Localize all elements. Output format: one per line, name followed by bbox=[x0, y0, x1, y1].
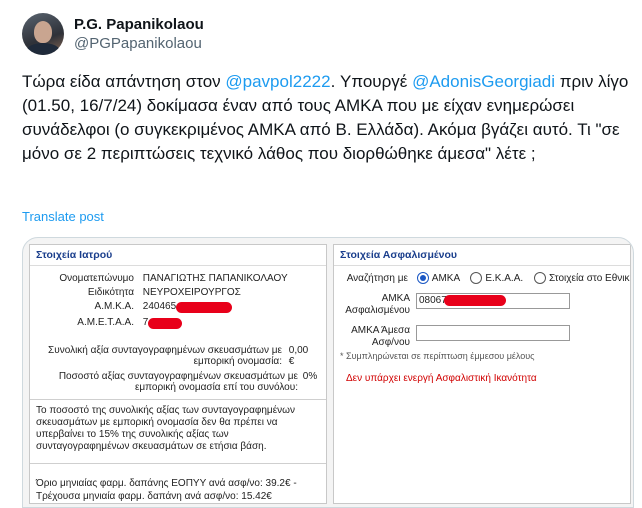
redaction-mark bbox=[176, 302, 232, 313]
percent-label: Ποσοστό αξίας συνταγογραφημένων σκευασμά… bbox=[58, 371, 298, 382]
doctor-amka: 240465 bbox=[142, 301, 177, 312]
radio-label: Ε.Κ.Α.Α. bbox=[485, 272, 524, 284]
radio-selected-icon[interactable] bbox=[416, 272, 429, 284]
field-label: Ασφαλισμένου bbox=[345, 305, 410, 316]
display-name[interactable]: P.G. Papanikolaou bbox=[74, 15, 204, 34]
avatar[interactable] bbox=[22, 13, 64, 55]
total-label: εμπορική ονομασία: bbox=[193, 356, 282, 367]
info-text: συνταγογραφημένων σκευασμάτων σε ετήσια … bbox=[36, 441, 267, 452]
radio-label: ΑΜΚΑ bbox=[431, 272, 460, 284]
text-part: Τώρα είδα απάντηση στον bbox=[22, 72, 226, 91]
radio-icon[interactable] bbox=[533, 272, 546, 284]
attached-screenshot[interactable]: Στοιχεία Ιατρού Ονοματεπώνυμο ΠΑΝΑΓΙΩΤΗΣ… bbox=[22, 237, 634, 508]
percent-value: 0% bbox=[302, 371, 318, 382]
radio-icon[interactable] bbox=[470, 272, 483, 284]
doctor-panel: Στοιχεία Ιατρού Ονοματεπώνυμο ΠΑΝΑΓΙΩΤΗΣ… bbox=[29, 244, 327, 504]
field-label: Ονοματεπώνυμο bbox=[59, 273, 134, 284]
field-label: Αναζήτηση με bbox=[346, 272, 408, 284]
radio-other[interactable]: Στοιχεία στο Εθνικ bbox=[533, 272, 630, 284]
radio-label: Στοιχεία στο Εθνικ bbox=[548, 272, 630, 284]
total-label: Συνολική αξία συνταγογραφημένων σκευασμά… bbox=[48, 345, 282, 356]
field-label: Ασφ/νου bbox=[371, 337, 410, 348]
field-label: Ειδικότητα bbox=[87, 287, 134, 298]
user-handle[interactable]: @PGPapanikolaou bbox=[74, 34, 204, 54]
panel-title: Στοιχεία Ασφαλισμένου bbox=[334, 245, 630, 266]
doctor-specialty: ΝΕΥΡΟΧΕΙΡΟΥΡΓΟΣ bbox=[142, 287, 241, 298]
note-text: * Συμπληρώνεται σε περίπτωση έμμεσου μέλ… bbox=[340, 351, 535, 361]
indirect-amka-input[interactable] bbox=[416, 325, 570, 341]
text-part: . Υπουργέ bbox=[330, 72, 413, 91]
info-text: σκευασμάτων με εμπορική ονομασία δεν θα … bbox=[36, 417, 278, 428]
percent-label: εμπορική ονομασία επί του συνόλου: bbox=[134, 382, 298, 393]
redaction-mark bbox=[444, 295, 506, 306]
doctor-name: ΠΑΝΑΓΙΩΤΗΣ ΠΑΠΑΝΙΚΟΛΑΟΥ bbox=[142, 273, 288, 284]
radio-amka[interactable]: ΑΜΚΑ bbox=[416, 272, 460, 284]
error-message: Δεν υπάρχει ενεργή Ασφαλιστική Ικανότητα bbox=[346, 373, 537, 384]
translate-post-link[interactable]: Translate post bbox=[22, 209, 104, 224]
info-text: Το ποσοστό της συνολικής αξίας των συντα… bbox=[36, 405, 295, 416]
limit-text: Τρέχουσα μηνιαία φαρμ. δαπάνη ανά ασφ/νο… bbox=[36, 491, 272, 502]
field-label: Α.Μ.Κ.Α. bbox=[94, 301, 134, 312]
total-value: 0,00 bbox=[288, 345, 309, 356]
field-label: ΑΜΚΑ bbox=[381, 293, 410, 304]
redaction-mark bbox=[148, 318, 182, 329]
tweet-header: P.G. Papanikolaou @PGPapanikolaou bbox=[22, 13, 204, 55]
panel-title: Στοιχεία Ιατρού bbox=[30, 245, 326, 266]
field-label: Α.Μ.Ε.Τ.Α.Α. bbox=[77, 317, 134, 328]
mention-link[interactable]: @pavpol2222 bbox=[225, 72, 330, 91]
field-label: ΑΜΚΑ Άμεσα bbox=[351, 325, 410, 336]
radio-ekaa[interactable]: Ε.Κ.Α.Α. bbox=[470, 272, 524, 284]
total-unit: € bbox=[288, 356, 295, 367]
mention-link[interactable]: @AdonisGeorgiadi bbox=[412, 72, 555, 91]
insured-panel: Στοιχεία Ασφαλισμένου Αναζήτηση με ΑΜΚΑ … bbox=[333, 244, 631, 504]
tweet-text: Τώρα είδα απάντηση στον @pavpol2222. Υπο… bbox=[22, 70, 632, 166]
limit-text: Όριο μηνιαίας φαρμ. δαπάνης ΕΟΠΥΥ ανά ασ… bbox=[36, 478, 297, 489]
info-text: υπερβαίνει το 15% της συνολικής αξίας τω… bbox=[36, 429, 229, 440]
